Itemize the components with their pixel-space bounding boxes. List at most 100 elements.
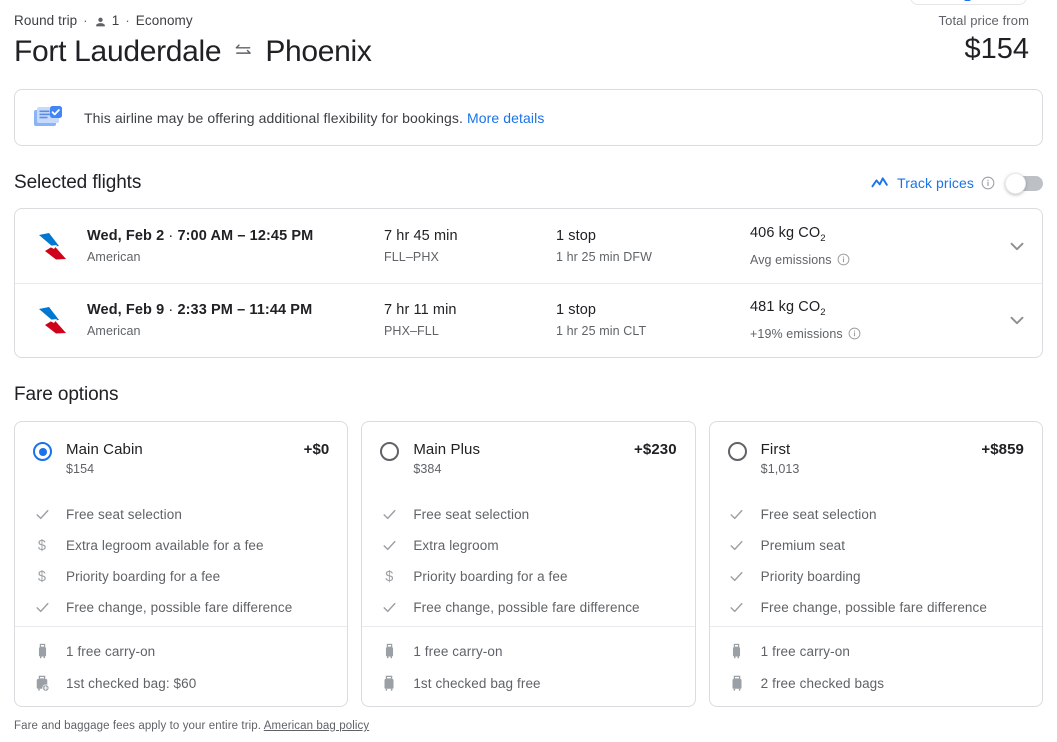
fare-options-list: Main Cabin $154 +$0 Free seat selection … [14, 421, 1043, 707]
track-prices-toggle[interactable] [1005, 172, 1043, 194]
checked-bag-fee-icon [33, 673, 51, 693]
fare-features-main-cabin: Free seat selection $ Extra legroom avai… [33, 499, 329, 623]
flight-emissions-return: 481 kg CO2 +19% emissions [750, 297, 950, 343]
info-icon-track-prices[interactable] [981, 176, 995, 190]
feature-label: Free seat selection [413, 507, 530, 522]
layover-outbound: 1 hr 25 min DFW [556, 250, 652, 264]
bag-label: 1st checked bag free [413, 675, 541, 691]
passenger-count: 1 [111, 13, 120, 28]
flight-row-return[interactable]: Wed, Feb 9 · 2:33 PM – 11:44 PM American… [15, 283, 1042, 357]
fare-radio-first[interactable] [727, 442, 747, 461]
selected-flights-title: Selected flights [14, 172, 142, 193]
origin-city: Fort Lauderdale [14, 35, 222, 68]
fare-card-header: Main Plus $384 +$230 [380, 440, 677, 476]
check-icon [33, 506, 51, 524]
fare-name-first: First [760, 441, 791, 458]
check-icon [380, 599, 398, 617]
fare-radio-main-plus[interactable] [380, 442, 400, 461]
check-icon [380, 537, 398, 555]
bag-label: 1 free carry-on [413, 643, 503, 659]
american-airlines-logo-icon [35, 229, 73, 263]
bag-label: 1 free carry-on [66, 643, 156, 659]
feature-row: Free seat selection [728, 499, 1024, 530]
route-code-outbound: FLL–PHX [384, 250, 439, 264]
feature-row: $ Priority boarding for a fee [33, 561, 329, 592]
fare-card-main-cabin[interactable]: Main Cabin $154 +$0 Free seat selection … [14, 421, 349, 707]
feature-row: Free change, possible fare difference [728, 592, 1024, 623]
total-price-value: $154 [964, 33, 1029, 65]
feature-row: Extra legroom [380, 530, 676, 561]
flexibility-banner: This airline may be offering additional … [14, 89, 1043, 146]
expand-chevron-return[interactable] [1006, 309, 1028, 331]
fare-delta-main-cabin: +$0 [303, 441, 330, 458]
more-details-link[interactable]: More details [467, 110, 544, 126]
stops-value-outbound: 1 stop [556, 228, 597, 244]
bag-row: 2 free checked bags [728, 667, 1024, 699]
feature-row: $ Priority boarding for a fee [380, 561, 676, 592]
flight-duration-outbound: 7 hr 45 min FLL–PHX [384, 226, 556, 266]
bag-policy-link[interactable]: American bag policy [264, 720, 369, 732]
fare-bags-first: 1 free carry-on 2 free checked bags [728, 635, 1024, 699]
feature-row: Premium seat [728, 530, 1024, 561]
info-icon-emissions-outbound[interactable] [837, 253, 851, 267]
fare-features-main-plus: Free seat selection Extra legroom $ Prio… [380, 499, 676, 623]
info-icon-emissions-return[interactable] [848, 327, 862, 341]
fare-name-main-cabin: Main Cabin [66, 441, 143, 458]
check-icon [728, 506, 746, 524]
fare-radio-main-cabin[interactable] [33, 442, 52, 461]
fare-base-price-main-plus: $384 [413, 462, 442, 476]
trip-type-label: Round trip [14, 13, 78, 28]
total-price-label: Total price from [938, 13, 1029, 28]
bag-row: 1 free carry-on [33, 635, 329, 667]
dollar-icon: $ [385, 568, 394, 585]
checked-bag-icon [380, 673, 398, 693]
feature-label: Free change, possible fare difference [760, 600, 987, 615]
cabin-class-label: Economy [135, 13, 193, 28]
fare-card-main-plus[interactable]: Main Plus $384 +$230 Free seat selection… [361, 421, 696, 707]
bag-label: 1 free carry-on [760, 643, 850, 659]
fare-bags-main-plus: 1 free carry-on 1st checked bag free [380, 635, 676, 699]
duration-value-return: 7 hr 11 min [384, 302, 457, 318]
footer-note: Fare and baggage fees apply to your enti… [14, 720, 369, 732]
flight-booking-page: Round trip · 1 · Economy Fort Lauderdale… [0, 0, 1057, 742]
carry-on-bag-icon [380, 641, 398, 661]
feature-label: Free change, possible fare difference [413, 600, 640, 615]
feature-row: Free seat selection [380, 499, 676, 530]
track-prices-control[interactable]: Track prices [871, 172, 1043, 194]
stops-value-return: 1 stop [556, 302, 597, 318]
dollar-icon: $ [37, 568, 47, 585]
trip-summary: Round trip · 1 · Economy [14, 13, 1043, 28]
feature-label: Premium seat [760, 538, 846, 553]
route-title: Fort Lauderdale Phoenix [14, 32, 1043, 72]
bag-row: 1 free carry-on [380, 635, 676, 667]
track-prices-label: Track prices [897, 175, 974, 191]
route-code-return: PHX–FLL [384, 324, 439, 338]
banner-message: This airline may be offering additional … [84, 109, 463, 126]
flight-airline-return: American [87, 324, 141, 338]
divider [15, 626, 348, 627]
fare-title-block: Main Plus $384 [413, 440, 480, 476]
duration-value-outbound: 7 hr 45 min [384, 228, 458, 244]
selected-flights-card: Wed, Feb 2 · 7:00 AM – 12:45 PM American… [14, 208, 1043, 358]
feature-row: Free change, possible fare difference [380, 592, 676, 623]
destination-city: Phoenix [265, 35, 372, 68]
fare-options-header: Fare options [14, 382, 1043, 408]
fare-card-header: First $1,013 +$859 [727, 440, 1024, 476]
flight-emissions-outbound: 406 kg CO2 Avg emissions [750, 223, 950, 269]
flight-datetime-outbound: Wed, Feb 2 · 7:00 AM – 12:45 PM [87, 228, 314, 244]
flight-stops-outbound: 1 stop 1 hr 25 min DFW [556, 226, 750, 266]
flight-datetime-return: Wed, Feb 9 · 2:33 PM – 11:44 PM [87, 302, 313, 318]
check-icon [380, 506, 398, 524]
passenger-icon [94, 15, 107, 29]
american-airlines-logo-icon [35, 303, 73, 337]
fare-title-block: Main Cabin $154 [66, 440, 143, 476]
expand-chevron-outbound[interactable] [1006, 235, 1028, 257]
fare-card-first[interactable]: First $1,013 +$859 Free seat selection P… [708, 421, 1043, 707]
emissions-value-return: 481 kg CO2 [750, 299, 826, 318]
fare-bags-main-cabin: 1 free carry-on 1st checked bag: $60 [33, 635, 329, 699]
bag-label: 2 free checked bags [760, 675, 885, 691]
partial-top-element [910, 0, 1027, 5]
flight-row-outbound[interactable]: Wed, Feb 2 · 7:00 AM – 12:45 PM American… [15, 209, 1042, 283]
bag-row: 1 free carry-on [728, 635, 1024, 667]
flight-duration-return: 7 hr 11 min PHX–FLL [384, 300, 556, 340]
